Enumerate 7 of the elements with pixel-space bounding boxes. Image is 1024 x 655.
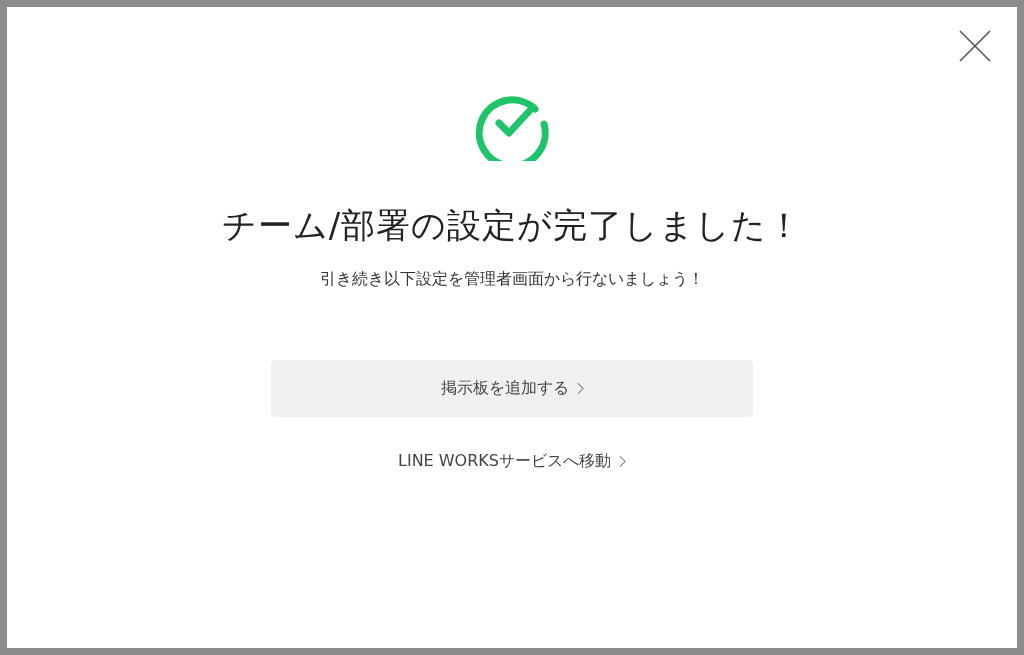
chevron-icon [619, 455, 626, 468]
dialog-message: 引き続き以下設定を管理者画面から行ないましょう！ [320, 269, 704, 290]
service-link[interactable]: LINE WORKSサービスへ移動 [392, 447, 632, 476]
chevron-icon [576, 382, 584, 395]
add-board-button[interactable]: 掲示板を追加する [271, 360, 753, 417]
dialog-title: チーム/部署の設定が完了しました！ [221, 204, 803, 247]
close-button[interactable] [958, 29, 992, 63]
